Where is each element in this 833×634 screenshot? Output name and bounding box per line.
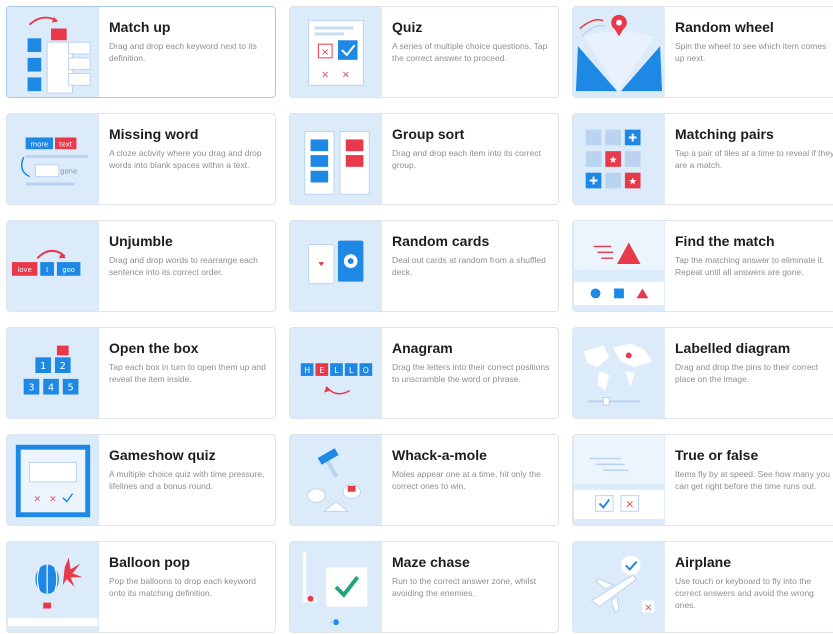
template-description: Drag and drop each item into its correct… bbox=[392, 148, 541, 170]
find-the-match-thumbnail bbox=[573, 221, 665, 311]
open-the-box-thumbnail: 1 2 3 4 5 bbox=[7, 328, 99, 418]
template-description: Drag and drop words to rearrange each se… bbox=[109, 255, 258, 277]
template-title: Random wheel bbox=[675, 19, 774, 35]
template-title: Unjumble bbox=[109, 233, 173, 249]
template-description: Run to the correct answer zone, whilst a… bbox=[392, 576, 537, 598]
svg-text:×: × bbox=[625, 497, 634, 510]
match-up-thumbnail bbox=[7, 7, 99, 97]
template-title: True or false bbox=[675, 447, 759, 463]
template-card-find-the-match[interactable]: Find the match Tap the matching answer t… bbox=[572, 220, 833, 312]
template-title: Airplane bbox=[675, 554, 732, 570]
template-title: Balloon pop bbox=[109, 554, 190, 570]
thumb-word: I bbox=[46, 266, 48, 274]
thumb-number: 2 bbox=[60, 361, 66, 372]
template-title: Match up bbox=[109, 19, 171, 35]
template-title: Whack-a-mole bbox=[392, 447, 487, 463]
thumb-word: text bbox=[59, 140, 73, 148]
template-card-random-wheel[interactable]: Random wheel Spin the wheel to see which… bbox=[572, 6, 833, 98]
template-card-true-or-false[interactable]: × True or false Items fly by at speed. S… bbox=[572, 434, 833, 526]
template-card-match-up[interactable]: Match up Drag and drop each keyword next… bbox=[6, 6, 276, 98]
template-title: Maze chase bbox=[392, 554, 470, 570]
template-title: Gameshow quiz bbox=[109, 447, 216, 463]
svg-text:×: × bbox=[49, 495, 56, 505]
template-card-gameshow-quiz[interactable]: × × Gameshow quiz A multiple choice quiz… bbox=[6, 434, 276, 526]
labelled-diagram-thumbnail bbox=[573, 328, 665, 418]
unjumble-thumbnail: love I goo bbox=[7, 221, 99, 311]
template-card-quiz[interactable]: × × × Quiz A series of multiple choice q… bbox=[289, 6, 559, 98]
template-card-whack-a-mole[interactable]: Whack-a-mole Moles appear one at a time,… bbox=[289, 434, 559, 526]
template-card-unjumble[interactable]: love I goo Unjumble Drag and drop words … bbox=[6, 220, 276, 312]
maze-chase-thumbnail bbox=[290, 542, 382, 632]
template-title: Random cards bbox=[392, 233, 490, 249]
thumb-number: 4 bbox=[48, 383, 54, 394]
template-description: Tap a pair of tiles at a time to reveal … bbox=[675, 148, 833, 170]
true-or-false-thumbnail: × bbox=[573, 435, 665, 525]
template-description: Pop the balloons to drop each keyword on… bbox=[109, 576, 256, 598]
template-grid: Match up Drag and drop each keyword next… bbox=[0, 0, 833, 634]
template-card-missing-word[interactable]: more text gone Missing word A cloze acti… bbox=[6, 113, 276, 205]
template-title: Quiz bbox=[392, 19, 423, 35]
thumb-word: more bbox=[30, 140, 48, 148]
template-description: Moles appear one at a time, hit only the… bbox=[392, 469, 541, 491]
template-description: Drag and drop each keyword next to its d… bbox=[109, 41, 257, 63]
template-description: Tap the matching answer to eliminate it.… bbox=[675, 255, 825, 277]
template-title: Find the match bbox=[675, 233, 775, 249]
gameshow-quiz-thumbnail: × × bbox=[7, 435, 99, 525]
template-card-open-the-box[interactable]: 1 2 3 4 5 Open the box Tap each box in t… bbox=[6, 327, 276, 419]
thumb-letter: L bbox=[334, 366, 339, 375]
template-card-matching-pairs[interactable]: ★ ★ Matching pairs Tap a pair of tiles a… bbox=[572, 113, 833, 205]
airplane-thumbnail: × bbox=[573, 542, 665, 632]
template-description: A cloze activity where you drag and drop… bbox=[109, 148, 262, 170]
thumb-word: love bbox=[17, 266, 31, 274]
template-title: Matching pairs bbox=[675, 126, 774, 142]
template-description: Drag the letters into their correct posi… bbox=[392, 362, 550, 384]
matching-pairs-thumbnail: ★ ★ bbox=[573, 114, 665, 204]
thumb-letter: H bbox=[304, 366, 310, 375]
balloon-pop-thumbnail bbox=[7, 542, 99, 632]
template-card-anagram[interactable]: H E L L O Anagram Drag the letters into … bbox=[289, 327, 559, 419]
template-description: Tap each box in turn to open them up and… bbox=[109, 362, 266, 384]
quiz-thumbnail: × × × bbox=[290, 7, 382, 97]
template-card-airplane[interactable]: × Airplane Use touch or keyboard to fly … bbox=[572, 541, 833, 633]
thumb-word: goo bbox=[62, 266, 75, 274]
template-description: A series of multiple choice questions. T… bbox=[392, 41, 548, 63]
template-title: Anagram bbox=[392, 340, 453, 356]
thumb-letter: L bbox=[349, 366, 354, 375]
thumb-word: gone bbox=[60, 168, 77, 176]
random-cards-thumbnail bbox=[290, 221, 382, 311]
svg-text:★: ★ bbox=[609, 155, 618, 166]
template-description: Deal out cards at random from a shuffled… bbox=[392, 255, 546, 277]
template-card-maze-chase[interactable]: Maze chase Run to the correct answer zon… bbox=[289, 541, 559, 633]
template-card-balloon-pop[interactable]: Balloon pop Pop the balloons to drop eac… bbox=[6, 541, 276, 633]
template-description: Items fly by at speed. See how many you … bbox=[675, 469, 830, 491]
template-card-group-sort[interactable]: Group sort Drag and drop each item into … bbox=[289, 113, 559, 205]
template-description: A multiple choice quiz with time pressur… bbox=[109, 469, 265, 491]
svg-text:×: × bbox=[342, 69, 350, 80]
svg-text:×: × bbox=[321, 69, 329, 80]
template-description: Use touch or keyboard to fly into the co… bbox=[675, 576, 814, 610]
thumb-letter: O bbox=[363, 366, 369, 375]
thumb-number: 3 bbox=[28, 383, 34, 394]
svg-text:×: × bbox=[644, 602, 652, 613]
template-description: Spin the wheel to see which item comes u… bbox=[675, 41, 827, 63]
template-title: Open the box bbox=[109, 340, 199, 356]
template-description: Drag and drop the pins to their correct … bbox=[675, 362, 819, 384]
template-title: Labelled diagram bbox=[675, 340, 791, 356]
template-card-random-cards[interactable]: Random cards Deal out cards at random fr… bbox=[289, 220, 559, 312]
svg-text:★: ★ bbox=[628, 176, 637, 187]
template-title: Group sort bbox=[392, 126, 465, 142]
svg-text:×: × bbox=[34, 495, 41, 505]
thumb-letter: E bbox=[319, 366, 324, 375]
random-wheel-thumbnail bbox=[573, 7, 665, 97]
missing-word-thumbnail: more text gone bbox=[7, 114, 99, 204]
group-sort-thumbnail bbox=[290, 114, 382, 204]
svg-text:×: × bbox=[321, 47, 329, 58]
thumb-number: 5 bbox=[67, 383, 73, 394]
whack-a-mole-thumbnail bbox=[290, 435, 382, 525]
thumb-number: 1 bbox=[40, 361, 46, 372]
template-card-labelled-diagram[interactable]: Labelled diagram Drag and drop the pins … bbox=[572, 327, 833, 419]
template-title: Missing word bbox=[109, 126, 199, 142]
anagram-thumbnail: H E L L O bbox=[290, 328, 382, 418]
